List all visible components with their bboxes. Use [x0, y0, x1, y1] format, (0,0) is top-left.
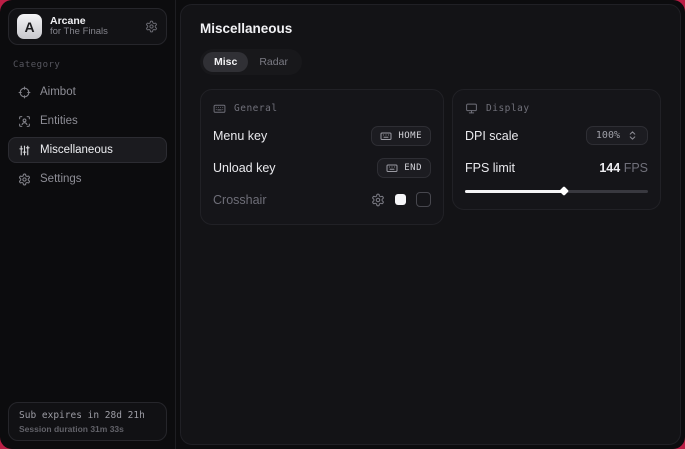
keyboard-icon	[213, 102, 226, 115]
sidebar-item-label: Miscellaneous	[40, 144, 113, 156]
scan-person-icon	[18, 115, 31, 128]
tab-misc[interactable]: Misc	[203, 52, 248, 72]
unload-key-row: Unload key END	[213, 156, 431, 179]
sidebar-item-miscellaneous[interactable]: Miscellaneous	[8, 137, 167, 163]
content-panel: Miscellaneous Misc Radar Gene	[180, 4, 681, 445]
sub-expires-text: Sub expires in 28d 21h	[19, 410, 156, 421]
keyboard-icon	[386, 162, 398, 174]
unload-key-value: END	[404, 163, 422, 173]
display-card-title: Display	[486, 103, 530, 114]
dpi-scale-label: DPI scale	[465, 129, 519, 143]
crosshair-label: Crosshair	[213, 193, 267, 207]
cards-row: General Menu key HOME	[200, 89, 661, 225]
fps-slider-thumb[interactable]	[559, 186, 569, 196]
fps-unit: FPS	[624, 161, 648, 175]
chevrons-up-down-icon	[627, 130, 638, 141]
menu-key-label: Menu key	[213, 129, 267, 143]
sidebar: A Arcane for The Finals Category	[0, 0, 176, 449]
display-card-header: Display	[465, 102, 648, 115]
tab-bar: Misc Radar	[200, 49, 302, 75]
app-window: A Arcane for The Finals Category	[0, 0, 685, 449]
session-duration-text: Session duration 31m 33s	[19, 424, 156, 434]
menu-key-button[interactable]: HOME	[371, 126, 431, 146]
gear-icon[interactable]	[145, 20, 158, 33]
crosshair-row: Crosshair	[213, 188, 431, 211]
general-card-title: General	[234, 103, 278, 114]
menu-key-value: HOME	[398, 131, 422, 141]
brand-logo: A	[17, 14, 42, 39]
sidebar-item-aimbot[interactable]: Aimbot	[8, 79, 167, 105]
brand-text: Arcane for The Finals	[50, 15, 108, 38]
sidebar-item-settings[interactable]: Settings	[8, 166, 167, 192]
sidebar-nav: Aimbot Entities	[8, 79, 167, 192]
crosshair-icon	[18, 86, 31, 99]
category-label: Category	[13, 60, 162, 70]
crosshair-color-swatch[interactable]	[395, 194, 406, 205]
unload-key-label: Unload key	[213, 161, 276, 175]
general-card-header: General	[213, 102, 431, 115]
sidebar-item-label: Entities	[40, 115, 78, 127]
crosshair-checkbox[interactable]	[416, 192, 431, 207]
fps-limit-row: FPS limit 144 FPS	[465, 156, 648, 179]
main-area: Miscellaneous Misc Radar Gene	[176, 0, 685, 449]
crosshair-settings-gear-icon[interactable]	[371, 193, 385, 207]
crosshair-controls	[371, 192, 431, 207]
tab-radar[interactable]: Radar	[248, 52, 299, 72]
fps-number: 144	[599, 161, 620, 175]
dpi-scale-row: DPI scale 100%	[465, 124, 648, 147]
dpi-scale-select[interactable]: 100%	[586, 126, 648, 145]
unload-key-button[interactable]: END	[377, 158, 431, 178]
dpi-scale-value: 100%	[596, 130, 620, 141]
fps-slider-fill	[465, 190, 564, 193]
fps-limit-slider[interactable]	[465, 187, 648, 196]
sidebar-item-label: Settings	[40, 173, 82, 185]
sidebar-item-label: Aimbot	[40, 86, 76, 98]
subscription-status-box: Sub expires in 28d 21h Session duration …	[8, 402, 167, 441]
sidebar-item-entities[interactable]: Entities	[8, 108, 167, 134]
sliders-icon	[18, 144, 31, 157]
menu-key-row: Menu key HOME	[213, 124, 431, 147]
brand-subtitle: for The Finals	[50, 27, 108, 38]
display-card: Display DPI scale 100%	[452, 89, 661, 210]
brand-box: A Arcane for The Finals	[8, 8, 167, 45]
fps-limit-value: 144 FPS	[599, 161, 648, 175]
keyboard-icon	[380, 130, 392, 142]
page-title: Miscellaneous	[200, 21, 670, 36]
gear-icon	[18, 173, 31, 186]
monitor-icon	[465, 102, 478, 115]
general-card: General Menu key HOME	[200, 89, 444, 225]
fps-limit-label: FPS limit	[465, 161, 515, 175]
